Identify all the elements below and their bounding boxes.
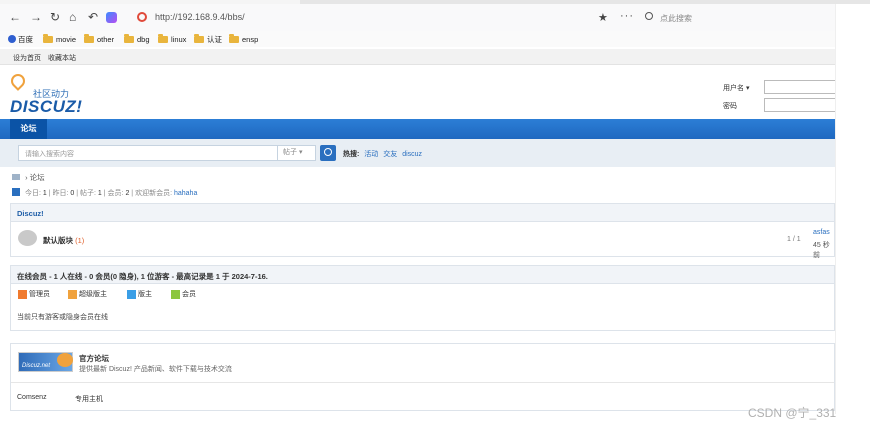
bookmark-label: 百度 <box>18 34 33 44</box>
text-link[interactable]: 专用主机 <box>75 394 103 404</box>
folder-icon <box>124 33 134 43</box>
username-input[interactable] <box>764 80 836 94</box>
search-icon <box>645 12 653 20</box>
main-nav: 论坛 <box>0 119 835 139</box>
extension-icon[interactable] <box>106 12 117 23</box>
hot-search-item[interactable]: 交友 <box>383 151 397 158</box>
password-label: 密码 <box>723 103 737 110</box>
mod-icon <box>127 289 136 299</box>
address-bar[interactable]: http://192.168.9.4/bbs/ <box>135 10 583 26</box>
back-icon[interactable]: ← <box>9 11 21 23</box>
browser-search-box[interactable]: 点此搜索 <box>640 10 835 27</box>
text-links: Comsenz 专用主机 <box>11 382 834 410</box>
member-legend: 管理员 超级版主 版主 会员 <box>11 284 834 304</box>
bookmark-auth[interactable]: 认证 <box>194 33 222 44</box>
home-icon[interactable]: ⌂ <box>69 11 76 23</box>
friend-links: Discuz.net 官方论坛 提供最新 Discuz! 产品新闻、软件下载与技… <box>10 343 835 411</box>
bookmark-other[interactable]: other <box>84 33 115 44</box>
logo-bulb-icon <box>8 71 28 91</box>
hot-label: 热搜: <box>343 151 360 158</box>
bookmark-label: movie <box>56 34 77 44</box>
bookmark-label: ensp <box>242 34 259 44</box>
forum-row: 默认版块 (1) 1 / 1 asfas 45 秒前 <box>11 222 834 259</box>
bookmark-site-link[interactable]: 收藏本站 <box>48 53 76 63</box>
forum-search-bar: 请输入搜索内容 帖子 ▾ 热搜: 活动 交友 discuz <box>0 139 835 167</box>
bookmark-star-icon[interactable]: ★ <box>598 11 608 24</box>
bookmark-label: dbg <box>137 34 150 44</box>
search-placeholder: 请输入搜索内容 <box>25 151 74 158</box>
bookmark-baidu[interactable]: 百度 <box>8 34 33 44</box>
legend-member: 会员 <box>171 289 196 299</box>
forum-group-title[interactable]: Discuz! <box>11 204 834 222</box>
forum-group: Discuz! 默认版块 (1) 1 / 1 asfas 45 秒前 <box>10 203 835 259</box>
legend-admin: 管理员 <box>18 289 50 299</box>
forum-count: 1 / 1 <box>787 236 801 243</box>
logo-bulb-icon <box>57 353 73 367</box>
stats-icon <box>12 188 20 196</box>
bookmark-linux[interactable]: linux <box>158 33 187 44</box>
forum-name-link[interactable]: 默认版块 (1) <box>43 235 84 246</box>
online-title[interactable]: 在线会员 - 1 人在线 - 0 会员(0 隐身), 1 位游客 - 最高记录是… <box>11 266 834 284</box>
site-info-icon[interactable] <box>137 12 147 22</box>
forum-icon <box>18 230 37 246</box>
set-home-link[interactable]: 设为首页 <box>13 53 41 63</box>
text-link[interactable]: Comsenz <box>17 394 47 401</box>
home-icon[interactable] <box>12 174 20 180</box>
legend-super-mod: 超级版主 <box>68 289 107 299</box>
breadcrumb: › 论坛 <box>12 172 45 183</box>
quick-links-bar: 设为首页 收藏本站 <box>0 49 835 65</box>
hot-search-item[interactable]: 活动 <box>364 151 378 158</box>
forum-search-input[interactable]: 请输入搜索内容 <box>18 145 278 161</box>
member-icon <box>171 289 180 299</box>
undo-icon[interactable]: ↶ <box>88 11 98 23</box>
folder-icon <box>43 33 53 43</box>
search-type-select[interactable]: 帖子 ▾ <box>278 145 316 161</box>
folder-icon <box>229 33 239 43</box>
site-logo[interactable]: DISCUZ! <box>10 97 82 117</box>
link-desc: 提供最新 Discuz! 产品新闻、软件下载与技术交流 <box>79 366 232 373</box>
link-title[interactable]: 官方论坛 <box>79 353 109 364</box>
hot-search-item[interactable]: discuz <box>402 151 422 158</box>
bookmark-label: other <box>97 34 115 44</box>
bookmark-label: 认证 <box>207 34 222 44</box>
link-item: Discuz.net 官方论坛 提供最新 Discuz! 产品新闻、软件下载与技… <box>11 344 834 382</box>
bookmark-label: linux <box>171 34 187 44</box>
browser-search-placeholder: 点此搜索 <box>660 14 692 23</box>
admin-icon <box>18 289 27 299</box>
bookmarks-bar: 百度 movie other dbg linux 认证 ensp <box>0 31 835 47</box>
folder-icon <box>194 33 204 43</box>
super-mod-icon <box>68 289 77 299</box>
folder-icon <box>84 33 94 43</box>
bookmark-movie[interactable]: movie <box>43 33 77 44</box>
viewport-edge <box>835 4 836 414</box>
hot-searches: 热搜: 活动 交友 discuz <box>343 149 422 159</box>
url-text[interactable]: http://192.168.9.4/bbs/ <box>155 12 245 22</box>
forum-stats: 今日: 1 | 昨日: 0 | 帖子: 1 | 会员: 2 | 欢迎新会员: h… <box>12 188 197 198</box>
newest-member-link[interactable]: hahaha <box>174 190 197 197</box>
online-note: 当前只有游客或隐身会员在线 <box>17 314 108 321</box>
search-button[interactable] <box>320 145 336 161</box>
site-header: 社区动力 DISCUZ! 用户名 ▾ 密码 <box>0 66 836 118</box>
browser-toolbar: ← → ↻ ⌂ ↶ http://192.168.9.4/bbs/ ★ ··· … <box>0 4 835 31</box>
bookmark-ensp[interactable]: ensp <box>229 33 259 44</box>
watermark: CSDN @宁_331 <box>748 406 837 420</box>
folder-icon <box>158 33 168 43</box>
breadcrumb-current[interactable]: 论坛 <box>30 173 45 182</box>
password-input[interactable] <box>764 98 836 112</box>
bookmark-dbg[interactable]: dbg <box>124 33 150 44</box>
discuz-link-logo[interactable]: Discuz.net <box>18 352 73 372</box>
nav-tab-forum[interactable]: 论坛 <box>10 119 47 139</box>
baidu-icon <box>8 35 16 43</box>
last-post-link[interactable]: asfas <box>813 229 830 236</box>
reload-icon[interactable]: ↻ <box>50 11 60 23</box>
legend-mod: 版主 <box>127 289 152 299</box>
more-icon[interactable]: ··· <box>620 10 634 22</box>
username-label[interactable]: 用户名 ▾ <box>723 83 749 93</box>
forward-icon[interactable]: → <box>30 11 42 23</box>
last-post-time: 45 秒前 <box>813 242 830 259</box>
online-members: 在线会员 - 1 人在线 - 0 会员(0 隐身), 1 位游客 - 最高记录是… <box>10 265 835 331</box>
